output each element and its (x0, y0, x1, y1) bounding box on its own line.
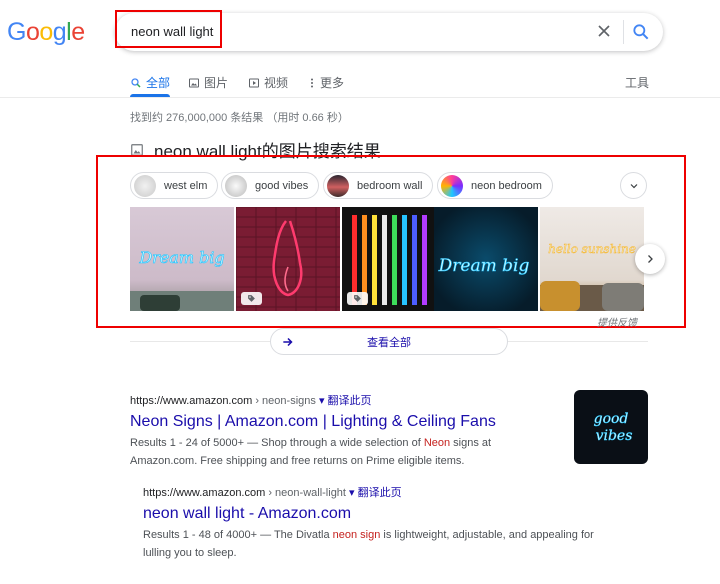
tab-images[interactable]: 图片 (188, 74, 228, 91)
arrow-right-icon (283, 337, 293, 347)
view-all-button[interactable]: 查看全部 (270, 328, 508, 355)
chip-thumbnail (134, 174, 156, 197)
snippet-text: Results 1 - 48 of 4000+ — The Divatla (143, 529, 333, 541)
google-logo[interactable]: Google (7, 18, 85, 47)
play-icon (249, 78, 259, 87)
neon-sign-image: Dream big (130, 248, 234, 311)
chip-thumbnail (225, 174, 247, 197)
image-tile[interactable] (342, 207, 446, 311)
logo-letter: e (71, 18, 85, 46)
neon-sign-image: hello sunshine (540, 242, 644, 311)
image-tile[interactable]: Dream big (130, 207, 234, 311)
logo-letter: o (25, 18, 40, 46)
image-tile[interactable]: hello sunshine (540, 207, 644, 311)
translate-arrow-icon: ▾ (349, 487, 355, 499)
search-input[interactable]: neon wall light (131, 24, 213, 39)
snippet-text: Results 1 - 24 of 5000+ — Shop through a… (130, 437, 424, 449)
chip-thumbnail (441, 174, 463, 197)
tag-icon (347, 292, 368, 305)
tile-neon-text: Dream big (438, 256, 530, 276)
chip-west-elm[interactable]: west elm (130, 172, 219, 199)
result-snippet: Results 1 - 24 of 5000+ — Shop through a… (130, 434, 560, 470)
neon-sign-image: Dream big (437, 256, 530, 277)
tools-button[interactable]: 工具 (625, 74, 649, 91)
close-icon[interactable] (594, 21, 614, 41)
thumb-neon-text: good (594, 411, 629, 427)
result-title-link[interactable]: neon wall light - Amazon.com (143, 505, 613, 523)
result-cite: https://www.amazon.com › neon-wall-light… (143, 484, 613, 500)
chip-label: good vibes (255, 179, 309, 192)
neon-sign-image: good vibes (593, 411, 633, 445)
search-result: https://www.amazon.com › neon-wall-light… (143, 484, 613, 562)
chevron-right-icon (648, 255, 653, 263)
feedback-link[interactable]: 提供反馈 (597, 314, 637, 329)
chip-thumbnail (327, 174, 349, 197)
image-tile[interactable]: Dream big (434, 207, 538, 311)
chip-label: bedroom wall (357, 179, 423, 192)
search-tabs: 全部 图片 视频 更多 (130, 74, 650, 97)
tab-label: 更多 (320, 76, 345, 90)
result-thumbnail[interactable]: good vibes (574, 390, 648, 464)
chevron-down-icon (630, 183, 637, 188)
tab-label: 全部 (146, 76, 171, 90)
result-url[interactable]: https://www.amazon.com (130, 395, 252, 407)
translate-link[interactable]: 翻译此页 (358, 487, 402, 499)
tabs-divider (0, 97, 720, 98)
snippet-highlight: neon sign (332, 529, 381, 541)
tab-videos[interactable]: 视频 (248, 74, 288, 91)
search-icon (131, 77, 141, 88)
result-path: › neon-wall-light (265, 487, 346, 499)
result-url[interactable]: https://www.amazon.com (143, 487, 265, 499)
search-icon[interactable] (631, 22, 651, 42)
logo-letter: g (52, 18, 67, 46)
thumb-neon-text: vibes (596, 428, 633, 444)
tag-icon (241, 292, 262, 305)
result-cite: https://www.amazon.com › neon-signs ▾ 翻译… (130, 392, 560, 408)
tab-label: 视频 (264, 76, 289, 90)
snippet-highlight: Neon (423, 437, 451, 449)
tile-neon-text: hello sunshine (548, 242, 636, 256)
search-result: https://www.amazon.com › neon-signs ▾ 翻译… (130, 392, 560, 470)
expand-chips-button[interactable] (620, 172, 647, 199)
chip-good-vibes[interactable]: good vibes (221, 172, 320, 199)
tab-more[interactable]: 更多 (308, 74, 344, 91)
result-title-link[interactable]: Neon Signs | Amazon.com | Lighting & Cei… (130, 413, 560, 431)
tab-all[interactable]: 全部 (130, 74, 171, 97)
result-stats: 找到约 276,000,000 条结果 （用时 0.66 秒） (130, 112, 349, 124)
image-icon (189, 78, 199, 87)
view-all-label: 查看全部 (367, 336, 411, 349)
chip-neon-bedroom[interactable]: neon bedroom (437, 172, 553, 199)
search-box[interactable]: neon wall light (115, 10, 663, 51)
carousel-next-button[interactable] (635, 244, 665, 274)
result-snippet: Results 1 - 48 of 4000+ — The Divatla ne… (143, 526, 613, 562)
translate-link[interactable]: 翻译此页 (328, 395, 372, 407)
result-path: › neon-signs (252, 395, 316, 407)
chip-label: west elm (164, 179, 208, 192)
chip-bedroom-wall[interactable]: bedroom wall (323, 172, 434, 199)
translate-arrow-icon: ▾ (318, 395, 325, 407)
tile-neon-text: Dream big (138, 248, 224, 267)
logo-letter: o (39, 18, 53, 46)
search-divider (623, 20, 624, 44)
more-vert-icon (311, 78, 313, 87)
logo-letter: G (7, 18, 26, 46)
chip-label: neon bedroom (471, 179, 542, 192)
tab-label: 图片 (204, 76, 229, 90)
image-tile[interactable] (236, 207, 340, 311)
